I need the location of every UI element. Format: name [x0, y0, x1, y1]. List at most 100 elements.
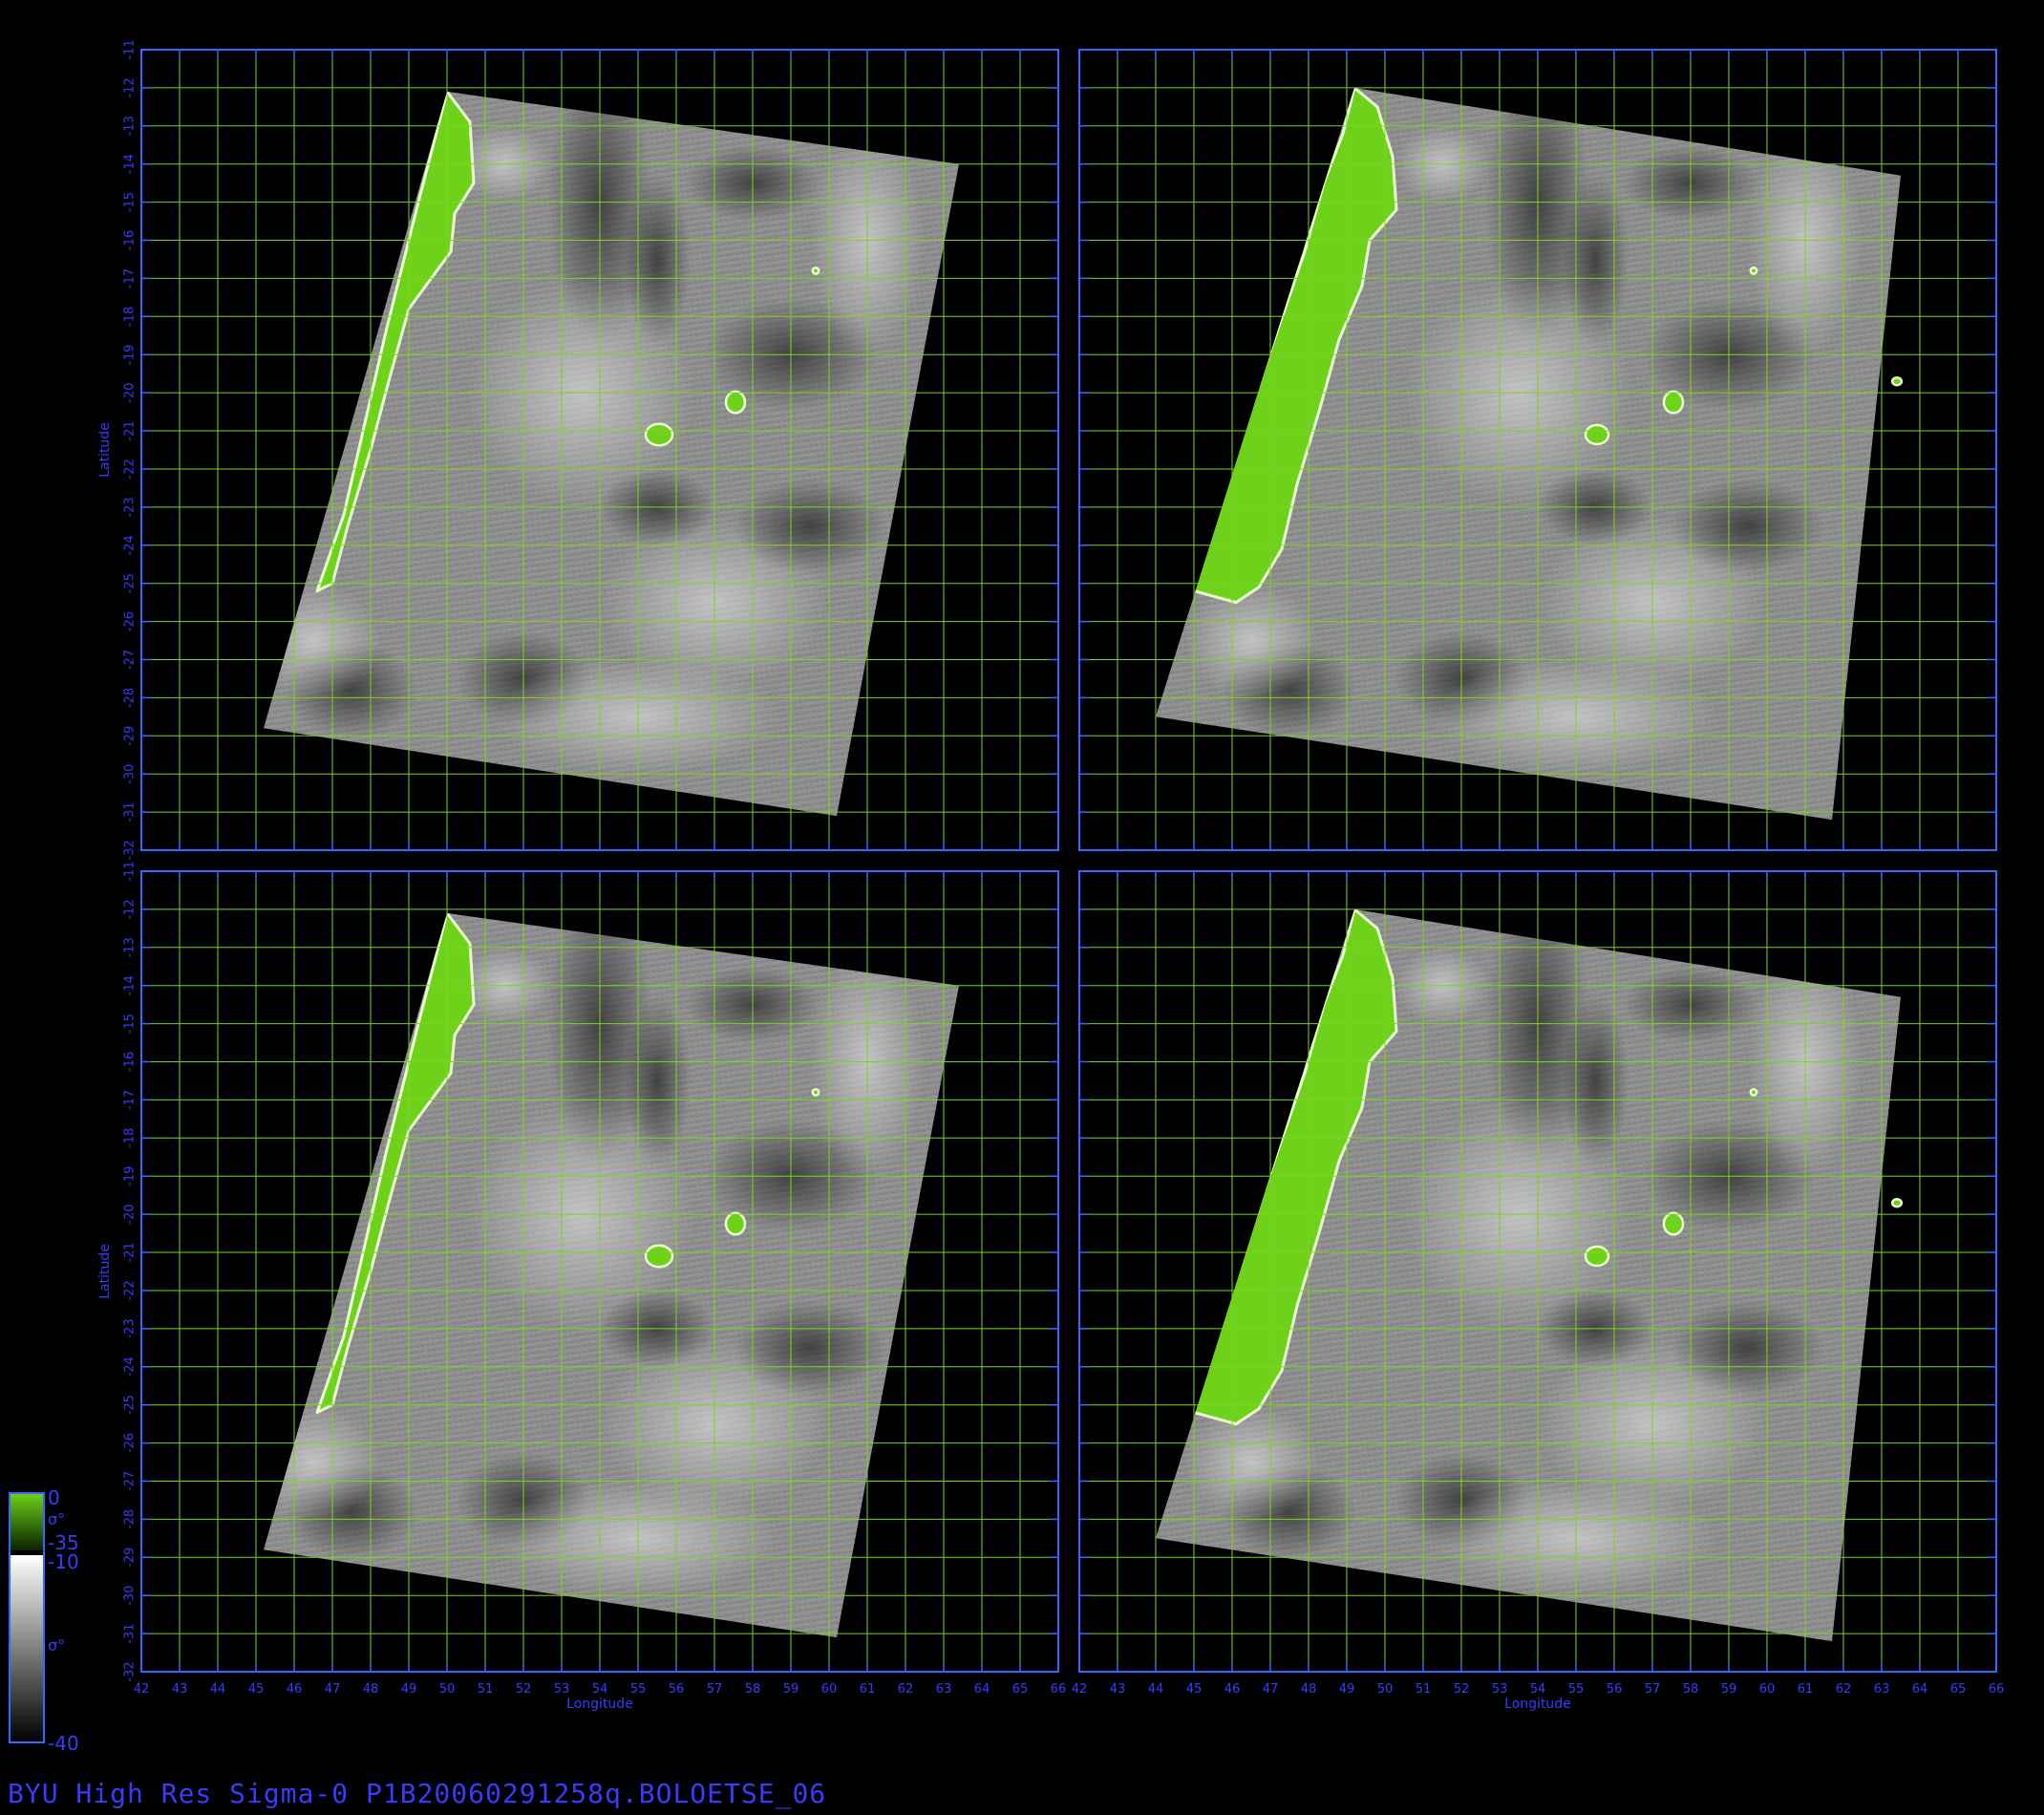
y-tick-label: -22 [123, 459, 138, 479]
land-island-1 [724, 390, 747, 415]
x-tick-label: 44 [210, 1682, 226, 1697]
figure-title: BYU High Res Sigma-0 P1B20060291258q.BOL… [8, 1778, 827, 1809]
x-tick-label: 52 [516, 1682, 532, 1697]
y-tick-label: -32 [123, 1661, 138, 1681]
x-tick-label: 53 [1492, 1682, 1508, 1697]
y-tick-label: -15 [123, 1014, 138, 1034]
y-tick-label: -30 [123, 1586, 138, 1606]
x-tick-label: 49 [401, 1682, 417, 1697]
texture-blob-11 [1184, 1404, 1318, 1520]
y-tick-label: -15 [123, 192, 138, 212]
y-tick-label: -21 [123, 420, 138, 440]
colorbar: 0 σ° -35 -10 σ° -40 [9, 1486, 79, 1755]
y-tick-label: -28 [123, 688, 138, 708]
map-panel-top-right [1078, 49, 1997, 851]
x-tick-label: 57 [1645, 1682, 1661, 1697]
map-panel-bottom-right: 42 43 44 45 46 47 48 49 50 51 52 53 54 55 56 57 58 59 60 61… [1072, 870, 2005, 1712]
y-tick-label: -23 [123, 497, 138, 517]
y-tick-label: -11 [123, 861, 138, 881]
y-tick-label: -20 [123, 1204, 138, 1224]
x-tick-label: 55 [1568, 1682, 1585, 1697]
y-tick-label: -32 [123, 840, 138, 860]
y-tick-label: -18 [123, 307, 138, 327]
x-tick-label: 43 [1110, 1682, 1126, 1697]
x-tick-label: 50 [439, 1682, 456, 1697]
x-tick-label: 66 [1989, 1682, 2005, 1697]
x-axis-label: Longitude [1504, 1697, 1571, 1712]
y-tick-label: -30 [123, 764, 138, 784]
land-island-0 [644, 1244, 674, 1269]
land-island-2 [811, 266, 820, 275]
y-tick-label: -18 [123, 1128, 138, 1148]
map-panel-top-left: -11 -12 -13 -14 -15 -16 -17 -18 -19 -20 -21 -22 -23 -… [97, 39, 1059, 861]
x-tick-label: 51 [478, 1682, 494, 1697]
x-tick-label: 65 [1012, 1682, 1029, 1697]
x-tick-label: 63 [1874, 1682, 1890, 1697]
x-tick-label: 43 [172, 1682, 188, 1697]
y-tick-label: -20 [123, 382, 138, 402]
x-tick-label: 53 [554, 1682, 570, 1697]
y-tick-label: -25 [123, 1395, 138, 1415]
land-island-1 [724, 1211, 747, 1236]
land-island-0 [644, 422, 674, 447]
land-island-3 [1749, 1087, 1758, 1097]
y-tick-label: -29 [123, 1548, 138, 1568]
y-tick-label: -22 [123, 1280, 138, 1300]
y-tick-label: -17 [123, 268, 138, 288]
y-tick-label: -13 [123, 116, 138, 136]
y-tick-label: -31 [123, 1623, 138, 1643]
land-island-2 [1890, 1197, 1904, 1208]
land-island-2 [1890, 375, 1904, 387]
y-tick-label: -27 [123, 650, 138, 670]
x-tick-label: 59 [783, 1682, 799, 1697]
x-tick-label: 55 [630, 1682, 647, 1697]
colorbar-ocean-max: -10 [48, 1550, 79, 1573]
colorbar-ocean-gradient [10, 1555, 44, 1742]
y-tick-label: -24 [123, 1356, 138, 1377]
x-tick-label: 47 [325, 1682, 341, 1697]
x-tick-label: 64 [974, 1682, 990, 1697]
y-tick-label: -31 [123, 801, 138, 822]
y-tick-label: -12 [123, 77, 138, 97]
sigma0-map-figure: -11 -12 -13 -14 -15 -16 -17 -18 -19 -20 -21 -22 -23 -… [9, 39, 2004, 1755]
colorbar-ocean-symbol: σ° [48, 1636, 65, 1655]
y-axis-label: Latitude [97, 1244, 113, 1299]
x-tick-label: 54 [1530, 1682, 1546, 1697]
x-tick-label: 66 [1051, 1682, 1067, 1697]
map-panel-bottom-left: 42 43 44 45 46 47 48 49 50 51 52 53 54 55 56 57 58 59 60 61… [97, 861, 1066, 1712]
x-tick-label: 45 [1186, 1682, 1203, 1697]
colorbar-land-symbol: σ° [48, 1510, 65, 1528]
panels-layer: -11 -12 -13 -14 -15 -16 -17 -18 -19 -20 -21 -22 -23 -… [97, 39, 2004, 1712]
land-island-0 [1584, 423, 1610, 446]
y-tick-label: -25 [123, 573, 138, 593]
land-island-3 [1749, 266, 1758, 275]
x-tick-label: 64 [1912, 1682, 1928, 1697]
y-tick-label: -26 [123, 1433, 138, 1453]
y-tick-label: -16 [123, 230, 138, 250]
x-tick-label: 47 [1263, 1682, 1279, 1697]
x-tick-label: 49 [1339, 1682, 1355, 1697]
x-tick-label: 50 [1377, 1682, 1394, 1697]
x-tick-label: 62 [898, 1682, 914, 1697]
x-tick-label: 59 [1721, 1682, 1737, 1697]
x-tick-label: 62 [1836, 1682, 1852, 1697]
y-tick-label: -11 [123, 39, 138, 59]
x-tick-label: 48 [1301, 1682, 1317, 1697]
y-tick-label: -16 [123, 1052, 138, 1072]
y-tick-label: -27 [123, 1471, 138, 1491]
y-tick-label: -23 [123, 1318, 138, 1338]
x-tick-label: 56 [669, 1682, 685, 1697]
x-tick-label: 52 [1454, 1682, 1470, 1697]
colorbar-land-gradient [10, 1493, 44, 1550]
texture-blob-11 [264, 583, 380, 698]
y-tick-label: -14 [123, 154, 138, 174]
x-tick-label: 61 [860, 1682, 876, 1697]
y-tick-label: -17 [123, 1090, 138, 1110]
texture-blob-11 [264, 1404, 380, 1520]
y-tick-label: -19 [123, 345, 138, 365]
texture-blob-12 [734, 478, 886, 574]
y-tick-label: -28 [123, 1509, 138, 1529]
x-tick-label: 44 [1148, 1682, 1164, 1697]
x-tick-label: 48 [363, 1682, 379, 1697]
texture-blob-12 [1671, 478, 1824, 574]
